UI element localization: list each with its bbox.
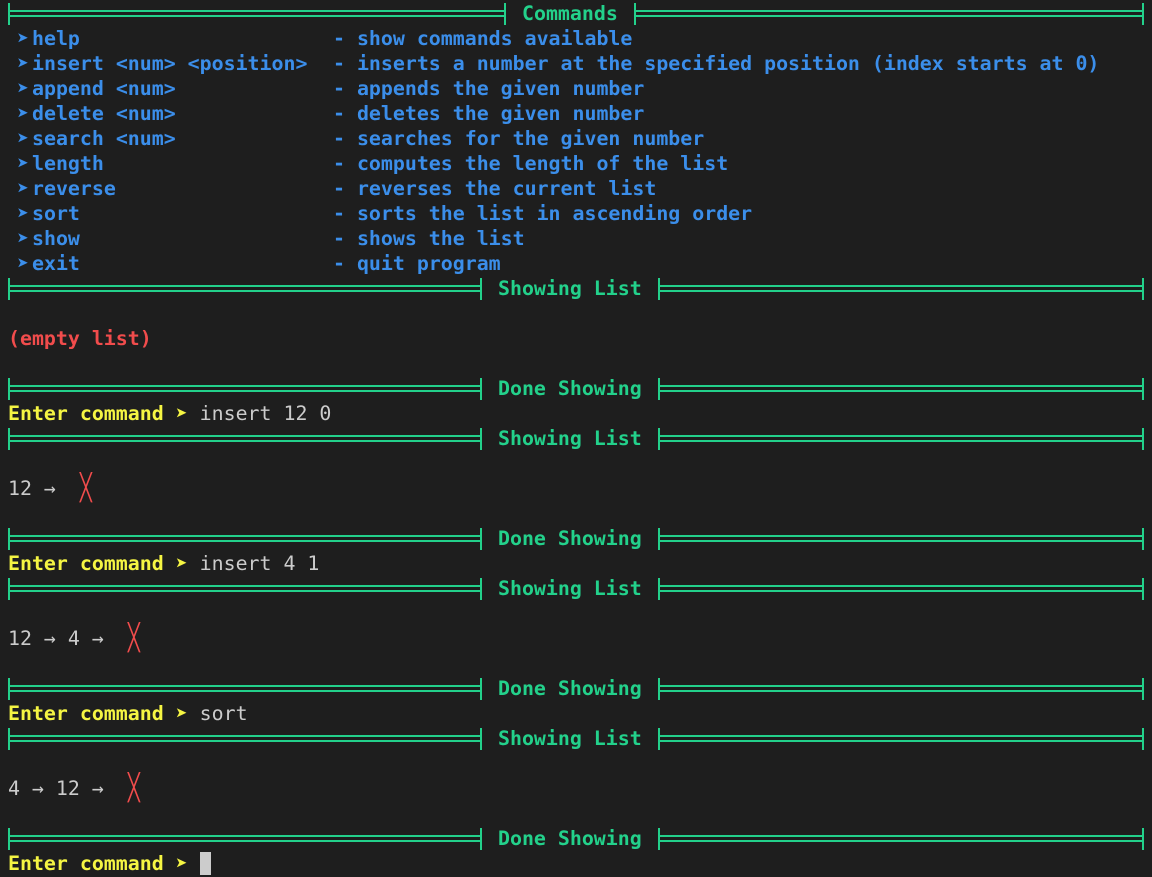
null-x-icon: ╳ — [127, 773, 140, 803]
entered-command: insert 12 0 — [199, 402, 332, 425]
arrow-icon: ➤ — [17, 152, 29, 175]
commands-separator: Commands — [8, 1, 1145, 26]
prompt-arrow-icon: ➤ — [175, 702, 188, 725]
prompt-label: Enter command — [8, 852, 164, 875]
commands-title: Commands — [522, 2, 618, 25]
arrow-icon: ➤ — [17, 227, 29, 250]
prompt-arrow-icon: ➤ — [175, 552, 188, 575]
list-nodes: 12 → — [8, 477, 68, 500]
command-row: ➤ delete <num> - deletes the given number — [8, 101, 1148, 126]
prompt-label: Enter command — [8, 552, 164, 575]
showing-list-separator: Showing List — [8, 576, 1145, 601]
arrow-icon: ➤ — [17, 127, 29, 150]
showing-list-separator: Showing List — [8, 726, 1145, 751]
command-row: ➤ exit - quit program — [8, 251, 1148, 276]
command-row: ➤ length - computes the length of the list — [8, 151, 1148, 176]
empty-list-message: (empty list) — [8, 327, 152, 350]
terminal-output: Commands ➤ help - show commands available … — [8, 1, 1148, 876]
entered-command: insert 4 1 — [199, 552, 320, 575]
done-showing-separator: Done Showing — [8, 676, 1145, 701]
list-output: 12 → ╳ — [8, 473, 1148, 503]
null-x-icon: ╳ — [127, 623, 140, 653]
arrow-icon: ➤ — [17, 177, 29, 200]
done-showing-separator: Done Showing — [8, 376, 1145, 401]
done-showing-separator: Done Showing — [8, 826, 1145, 851]
prompt-label: Enter command — [8, 702, 164, 725]
entered-command: sort — [199, 702, 248, 725]
showing-list-separator: Showing List — [8, 276, 1145, 301]
prompt-label: Enter command — [8, 402, 164, 425]
text-cursor[interactable] — [199, 852, 211, 875]
prompt-arrow-icon: ➤ — [175, 852, 188, 875]
command-row: ➤ show - shows the list — [8, 226, 1148, 251]
command-row: ➤ insert <num> <position> - inserts a numb… — [8, 51, 1148, 76]
showing-list-separator: Showing List — [8, 426, 1145, 451]
list-nodes: 4 → 12 → — [8, 777, 116, 800]
arrow-icon: ➤ — [17, 52, 29, 75]
command-prompt-line: Enter command ➤ insert 4 1 — [8, 551, 1148, 576]
command-row: ➤ sort - sorts the list in ascending order — [8, 201, 1148, 226]
active-command-prompt[interactable]: Enter command ➤ — [8, 851, 1148, 876]
command-row: ➤ search <num> - searches for the given nu… — [8, 126, 1148, 151]
arrow-icon: ➤ — [17, 202, 29, 225]
prompt-arrow-icon: ➤ — [175, 402, 188, 425]
command-row: ➤ help - show commands available — [8, 26, 1148, 51]
null-x-icon: ╳ — [79, 473, 92, 503]
list-output: 4 → 12 → ╳ — [8, 773, 1148, 803]
arrow-icon: ➤ — [17, 77, 29, 100]
command-prompt-line: Enter command ➤ sort — [8, 701, 1148, 726]
arrow-icon: ➤ — [17, 252, 29, 275]
list-nodes: 12 → 4 → — [8, 627, 116, 650]
arrow-icon: ➤ — [17, 27, 29, 50]
command-list: ➤ help - show commands available ➤ insert <… — [8, 26, 1148, 276]
list-output: 12 → 4 → ╳ — [8, 623, 1148, 653]
command-row: ➤ append <num> - appends the given number — [8, 76, 1148, 101]
done-showing-separator: Done Showing — [8, 526, 1145, 551]
arrow-icon: ➤ — [17, 102, 29, 125]
command-prompt-line: Enter command ➤ insert 12 0 — [8, 401, 1148, 426]
command-row: ➤ reverse - reverses the current list — [8, 176, 1148, 201]
